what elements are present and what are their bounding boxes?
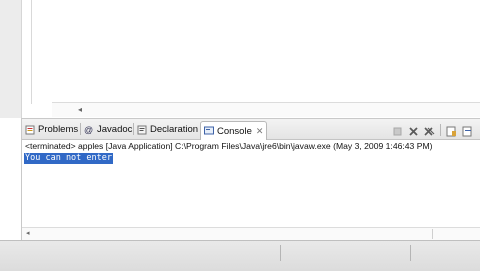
toolbar-separator [440,124,441,136]
console-horizontal-scrollbar[interactable]: ◂ [22,227,480,240]
tab-problems[interactable]: Problems [25,121,78,138]
editor-ruler [31,0,32,104]
scrollbar-divider [432,229,433,239]
scroll-left-arrow-icon[interactable]: ◂ [26,229,30,237]
tab-separator [80,123,81,135]
status-bar [0,240,480,271]
terminate-icon[interactable] [392,124,403,136]
tab-separator [133,123,134,135]
tab-javadoc-label: Javadoc [97,124,133,135]
status-divider [280,245,281,261]
console-icon [204,126,214,136]
console-view: Problems @ Javadoc Declaration Console ✕… [21,118,480,241]
tab-console-label: Console [217,125,252,137]
tab-console[interactable]: Console ✕ [200,121,268,140]
status-divider [410,245,411,261]
close-icon[interactable]: ✕ [256,126,264,137]
remove-launch-icon[interactable] [408,124,419,136]
console-process-status: <terminated> apples [Java Application] C… [25,141,433,151]
left-trim [0,0,22,118]
tab-declaration-label: Declaration [150,124,199,135]
tab-javadoc[interactable]: @ Javadoc [84,121,132,138]
scroll-lock-icon[interactable] [446,124,457,137]
editor-horizontal-scrollbar[interactable]: ◂ [52,102,480,117]
editor-area[interactable]: ◂ [22,0,480,118]
at-sign-icon: @ [84,124,94,135]
tab-problems-label: Problems [38,124,79,135]
scroll-left-arrow-icon[interactable]: ◂ [78,105,82,114]
pin-console-icon[interactable] [462,124,473,137]
declaration-icon [137,125,147,135]
remove-all-terminated-icon[interactable] [424,124,435,136]
console-output-line[interactable]: You can not enter [24,153,113,164]
view-tab-bar: Problems @ Javadoc Declaration Console ✕ [22,119,480,140]
tab-declaration[interactable]: Declaration [137,121,198,138]
problems-icon [25,125,35,135]
